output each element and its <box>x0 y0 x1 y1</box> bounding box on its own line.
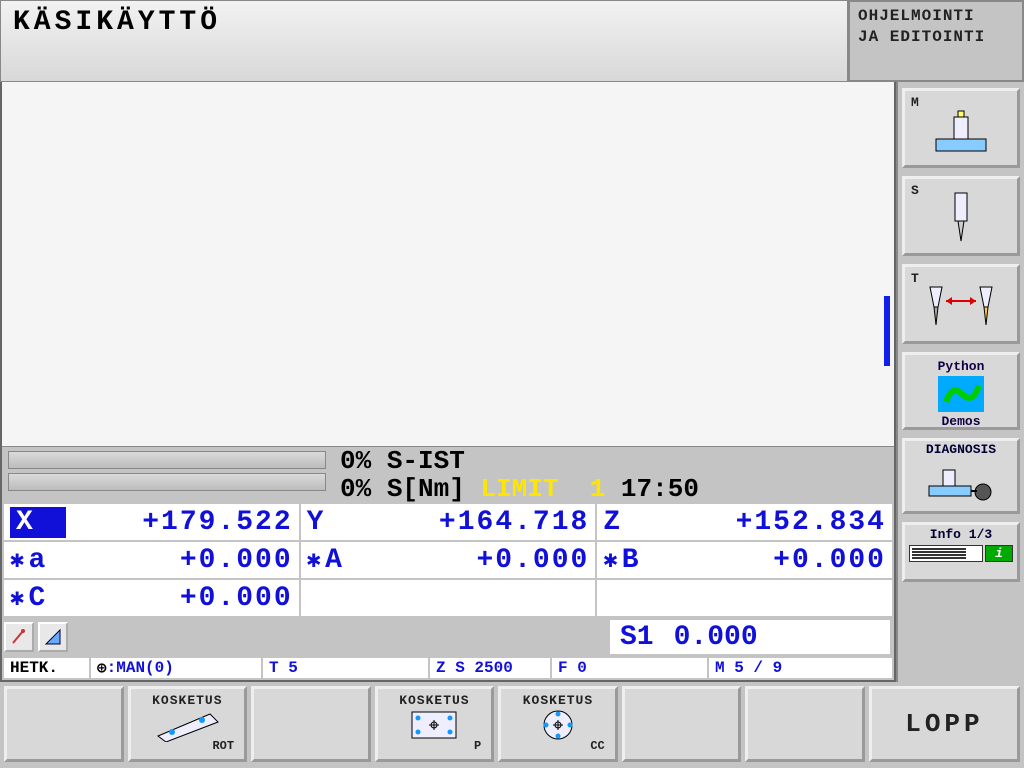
sidebar-m-label: M <box>911 95 919 110</box>
dro-C[interactable]: ✱C +0.000 <box>4 580 299 616</box>
strip-man: ⊕:MAN(0) <box>91 658 261 678</box>
dro-x[interactable]: X +179.522 <box>4 504 299 540</box>
dro-B[interactable]: ✱B +0.000 <box>597 542 892 578</box>
softkey-kosketus-cc[interactable]: KOSKETUS CC <box>498 686 618 762</box>
sidebar-python-button[interactable]: Python Demos <box>902 352 1020 430</box>
sidebar-info-button[interactable]: Info 1/3 i <box>902 522 1020 582</box>
graph-icon-button[interactable] <box>38 622 68 652</box>
header-mode-line1: OHJELMOINTI <box>858 6 1014 27</box>
softkey-bar: KOSKETUS ROT KOSKETUS P KOSKETUS CC <box>0 682 1024 766</box>
load-bar-snm <box>8 473 326 491</box>
softkey-kosketus-rot[interactable]: KOSKETUS ROT <box>128 686 248 762</box>
header-mode-line2: JA EDITOINTI <box>858 27 1014 48</box>
position-readout: X +179.522 Y +164.718 Z +152.834 ✱a +0.0… <box>2 502 894 618</box>
triangle-icon <box>43 627 63 647</box>
dro-empty-1 <box>301 580 596 616</box>
dro-A[interactable]: ✱A +0.000 <box>301 542 596 578</box>
probe-cc-icon <box>528 708 588 742</box>
under-dro-row: S1 0.000 <box>2 618 894 656</box>
probe-p-icon <box>404 708 464 742</box>
spindle-readout: S1 0.000 <box>610 620 890 654</box>
dro-a-lower[interactable]: ✱a +0.000 <box>4 542 299 578</box>
load-bars <box>2 447 332 502</box>
status-text: 0% S-IST 0% S[Nm] LIMIT 1 17:50 <box>332 447 894 502</box>
sidebar-t-label: T <box>911 271 919 286</box>
axis-value-z: +152.834 <box>736 507 886 538</box>
axis-value-x: +179.522 <box>142 507 292 538</box>
softkey-7[interactable] <box>745 686 865 762</box>
dro-empty-2 <box>597 580 892 616</box>
sidebar-m-button[interactable]: M <box>902 88 1020 168</box>
graphics-canvas <box>6 86 890 442</box>
strip-m: M 5 / 9 <box>709 658 892 678</box>
load-status-row: 0% S-IST 0% S[Nm] LIMIT 1 17:50 <box>2 446 894 502</box>
info-i-icon: i <box>985 545 1013 562</box>
softkey-6[interactable] <box>622 686 742 762</box>
dro-y[interactable]: Y +164.718 <box>301 504 596 540</box>
info-label: Info 1/3 <box>909 527 1013 542</box>
axis-label-x: X <box>10 507 66 538</box>
probe-icon-button[interactable] <box>4 622 34 652</box>
info-lines-icon <box>909 545 983 562</box>
axis-value-y: +164.718 <box>439 507 589 538</box>
spindle-tool-icon <box>941 189 981 244</box>
header-secondary-mode: OHJELMOINTI JA EDITOINTI <box>848 0 1024 82</box>
dro-z[interactable]: Z +152.834 <box>597 504 892 540</box>
softkey-3[interactable] <box>251 686 371 762</box>
python-snake-icon <box>938 376 984 412</box>
strip-hetk: HETK. <box>4 658 89 678</box>
sidebar-t-button[interactable]: T <box>902 264 1020 344</box>
strip-zs: Z S 2500 <box>430 658 550 678</box>
probe-stylus-icon <box>9 627 29 647</box>
diagnosis-machine-icon <box>921 466 1001 504</box>
sidebar-diagnosis-button[interactable]: DIAGNOSIS <box>902 438 1020 514</box>
diagnosis-label: DIAGNOSIS <box>902 438 1020 458</box>
strip-f: F 0 <box>552 658 707 678</box>
machine-icon <box>926 109 996 159</box>
axis-label-y: Y <box>307 507 363 538</box>
load-bar-sist <box>8 451 326 469</box>
work-area: 0% S-IST 0% S[Nm] LIMIT 1 17:50 X +179.5… <box>0 82 896 682</box>
softkey-1[interactable] <box>4 686 124 762</box>
softkey-lopp[interactable]: LOPP <box>869 686 1020 762</box>
axis-label-z: Z <box>603 507 659 538</box>
python-label-top: Python <box>909 359 1013 374</box>
strip-t: T 5 <box>263 658 428 678</box>
softkey-kosketus-p[interactable]: KOSKETUS P <box>375 686 495 762</box>
probe-rot-icon <box>152 708 222 742</box>
python-label-bottom: Demos <box>909 414 1013 429</box>
tool-change-icon <box>916 281 1006 331</box>
scroll-marker[interactable] <box>884 296 890 366</box>
mode-title: KÄSIKÄYTTÖ <box>0 0 848 82</box>
status-strip: HETK. ⊕:MAN(0) T 5 Z S 2500 F 0 M 5 / 9 <box>2 656 894 680</box>
sidebar-s-button[interactable]: S <box>902 176 1020 256</box>
right-sidebar: M S T <box>896 82 1024 682</box>
sidebar-s-label: S <box>911 183 919 198</box>
